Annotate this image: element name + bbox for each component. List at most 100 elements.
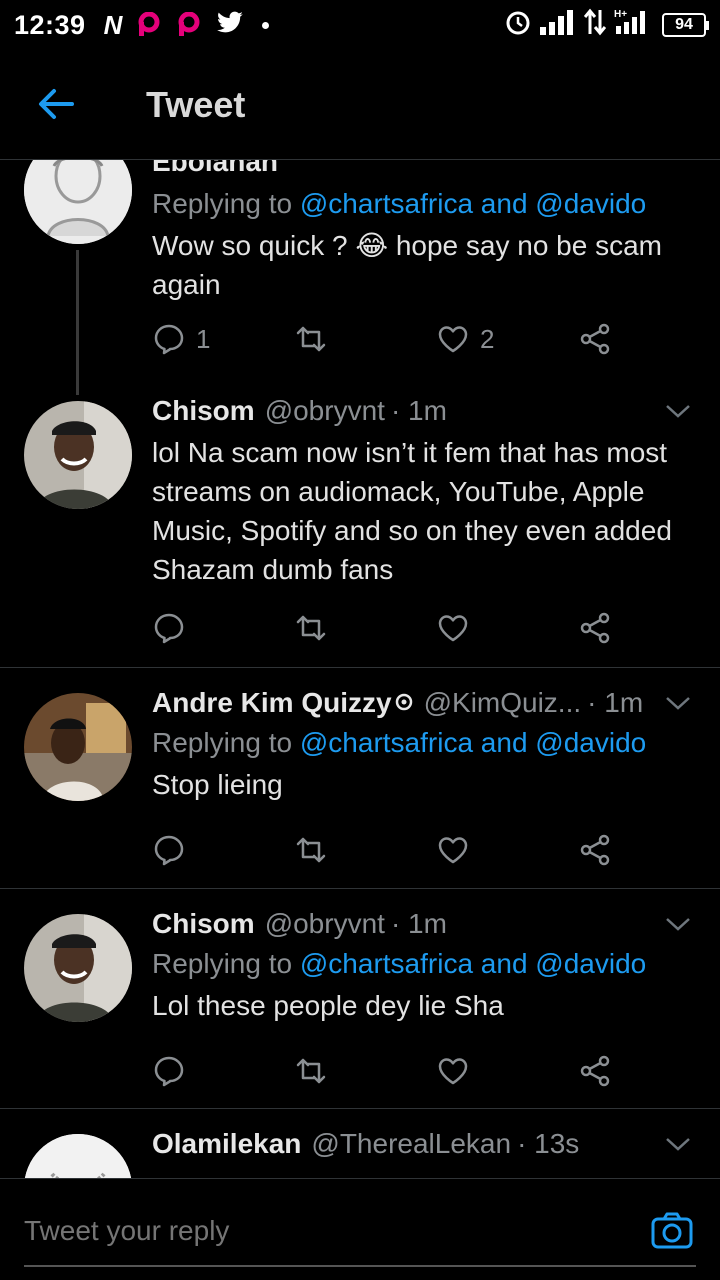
reply-icon [154,835,184,866]
verified-gear-icon [394,687,414,719]
reply-count: 1 [196,323,211,354]
tweet-author-handle[interactable]: @KimQuiz... [424,687,582,719]
notification-icons: N [104,10,270,41]
chevron-down-icon[interactable] [664,401,692,421]
tweet-text: Wow so quick ? 😂 hope say no be scam aga… [152,230,663,300]
like-button[interactable] [436,611,578,645]
tweet-content: Andre Kim Quizzy @KimQuiz... · 1m Replyi… [152,687,700,804]
tweet-author-name[interactable]: Olamilekan [152,1128,301,1160]
replying-prefix: Replying to [152,948,293,979]
retweet-icon [296,615,326,641]
tweet-time: · 13s [517,1128,580,1159]
heart-icon [438,837,468,864]
retweet-button[interactable] [294,322,436,356]
retweet-button[interactable] [294,1054,436,1088]
mention-link[interactable]: @chartsafrica and @davido [300,948,646,979]
tweet-header: Andre Kim Quizzy @KimQuiz... · 1m [152,687,700,719]
share-button[interactable] [578,833,612,867]
replying-prefix: Replying to [152,188,293,219]
heart-icon [438,326,468,353]
reply-icon [154,324,184,355]
status-bar: 12:39 N H+ 94 [0,0,720,50]
tweet-author-handle[interactable]: @obryvnt [265,908,385,940]
avatar[interactable] [24,401,132,509]
tweet[interactable]: Ebolahan Replying to @chartsafrica and @… [0,160,720,395]
tweet-time: · 1m [390,908,447,939]
back-arrow-icon[interactable] [36,86,76,122]
reply-button[interactable] [152,1054,294,1088]
replying-prefix: Replying to [152,727,293,758]
tweet-author-name[interactable]: Ebolahan [152,160,278,178]
tweet[interactable]: Olamilekan @TherealLekan · 13s [0,1128,720,1178]
reply-input[interactable] [24,1215,584,1247]
reply-icon [154,1056,184,1087]
tweet-author-name[interactable]: Chisom [152,395,255,427]
retweet-button[interactable] [294,833,436,867]
tweet-author-name[interactable]: Chisom [152,908,255,940]
mention-link[interactable]: @chartsafrica and @davido [300,188,646,219]
tweet-content: Chisom @obryvnt · 1m lol Na scam now isn… [152,395,700,589]
tweet-time: · 1m [587,687,644,718]
avatar[interactable] [24,160,132,244]
chevron-down-icon[interactable] [664,914,692,934]
twitter-bird-icon [216,11,244,40]
like-button[interactable] [436,1054,578,1088]
p-icon [136,12,162,38]
replying-to: Replying to @chartsafrica and @davido [152,188,700,220]
chevron-down-icon[interactable] [664,693,692,713]
heart-icon [438,615,468,642]
tweet-header: Chisom @obryvnt · 1m [152,395,700,427]
alarm-icon [504,8,532,41]
share-button[interactable] [578,611,612,645]
tweet-actions: 1 2 [152,322,622,356]
avatar[interactable] [24,914,132,1022]
app-header: Tweet [0,50,720,160]
tweet[interactable]: Andre Kim Quizzy @KimQuiz... · 1m Replyi… [0,687,720,887]
signal-icon [540,9,576,40]
tweet-content: Olamilekan @TherealLekan · 13s [152,1128,700,1160]
divider [0,1108,720,1109]
camera-icon[interactable] [650,1209,694,1253]
tweet-header: Olamilekan @TherealLekan · 13s [152,1128,700,1160]
tweet[interactable]: Chisom @obryvnt · 1m lol Na scam now isn… [0,395,720,667]
tweet-actions [152,833,622,867]
tweet-content: Chisom @obryvnt · 1m Replying to @charts… [152,908,700,1025]
hplus-signal-icon: H+ [614,8,654,41]
heart-icon [438,1058,468,1085]
share-icon [580,323,610,355]
status-right-icons: H+ 94 [504,8,709,41]
avatar[interactable] [24,693,132,801]
tweet-author-handle[interactable]: @TherealLekan [311,1128,511,1160]
chevron-down-icon[interactable] [664,1134,692,1154]
retweet-icon [296,837,326,863]
share-button[interactable] [578,1054,612,1088]
replying-to: Replying to @chartsafrica and @davido [152,948,700,980]
tweet-text: Stop lieing [152,769,283,800]
tweet-author-handle[interactable]: @obryvnt [265,395,385,427]
reply-button[interactable] [152,833,294,867]
share-icon [580,1055,610,1087]
mention-link[interactable]: @chartsafrica and @davido [300,727,646,758]
share-icon [580,834,610,866]
retweet-icon [296,326,326,352]
avatar[interactable] [24,1134,132,1178]
reply-button[interactable]: 1 [152,322,294,356]
like-button[interactable]: 2 [436,322,578,356]
reply-button[interactable] [152,611,294,645]
input-underline [24,1265,696,1267]
share-button[interactable] [578,322,612,356]
like-count: 2 [480,323,495,354]
p-icon [176,12,202,38]
reply-feed[interactable]: Ebolahan Replying to @chartsafrica and @… [0,160,720,1178]
battery-icon: 94 [662,12,709,37]
like-button[interactable] [436,833,578,867]
retweet-button[interactable] [294,611,436,645]
share-icon [580,612,610,644]
tweet[interactable]: Chisom @obryvnt · 1m Replying to @charts… [0,908,720,1108]
status-time: 12:39 [14,9,86,40]
thread-line [76,250,79,395]
tweet-actions [152,611,622,645]
divider [0,667,720,668]
tweet-author-name[interactable]: Andre Kim Quizzy [152,687,392,719]
tweet-header: Chisom @obryvnt · 1m [152,908,700,940]
